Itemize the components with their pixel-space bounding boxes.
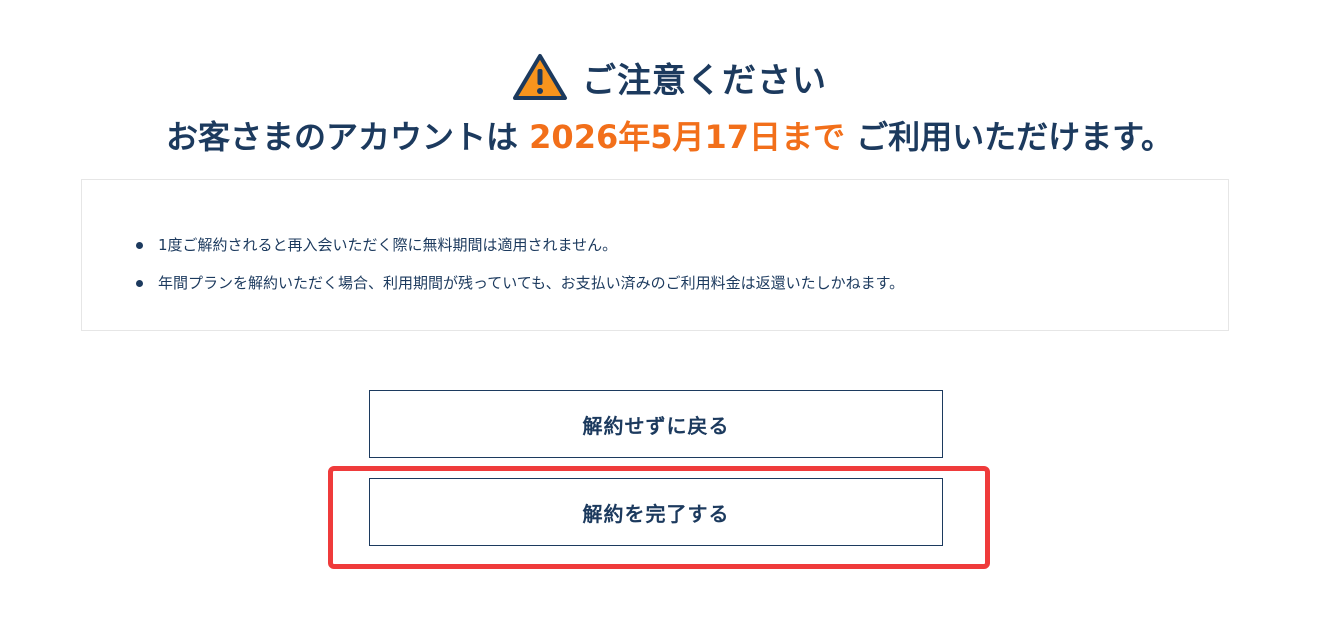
notice-item-free-period: 1度ご解約されると再入会いただく際に無料期間は適用されません。	[134, 226, 904, 264]
notice-item-no-refund: 年間プランを解約いただく場合、利用期間が残っていても、お支払い済みのご利用料金は…	[134, 264, 904, 302]
availability-prefix: お客さまのアカウントは	[166, 118, 530, 156]
cancellation-confirm-page: ご注意ください お客さまのアカウントは 2026年5月17日まで ご利用いただけ…	[0, 0, 1339, 640]
account-availability-message: お客さまのアカウントは 2026年5月17日まで ご利用いただけます。	[0, 112, 1339, 158]
notice-box: 1度ご解約されると再入会いただく際に無料期間は適用されません。 年間プランを解約…	[81, 179, 1229, 331]
warning-title: ご注意ください	[582, 60, 827, 101]
warning-heading: ご注意ください	[0, 52, 1339, 102]
availability-end-date: 2026年5月17日まで	[529, 118, 846, 156]
back-without-cancel-button[interactable]: 解約せずに戻る	[369, 390, 943, 458]
warning-triangle-icon	[512, 52, 568, 102]
complete-cancellation-button[interactable]: 解約を完了する	[369, 478, 943, 546]
notice-list: 1度ご解約されると再入会いただく際に無料期間は適用されません。 年間プランを解約…	[134, 226, 904, 302]
availability-suffix: ご利用いただけます。	[845, 118, 1173, 156]
